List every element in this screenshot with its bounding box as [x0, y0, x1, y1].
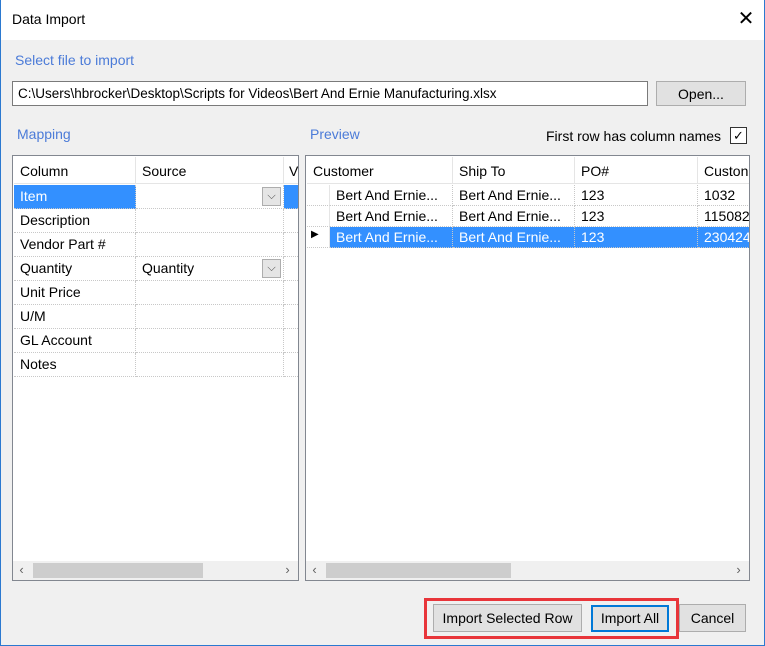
mapping-source-cell[interactable] [136, 305, 284, 329]
scroll-thumb[interactable] [33, 563, 203, 578]
mapping-hscrollbar[interactable]: ‹ › [13, 561, 298, 580]
mapping-source-cell[interactable] [136, 233, 284, 257]
mapping-v-cell[interactable] [284, 257, 298, 281]
file-path-input[interactable]: C:\Users\hbrocker\Desktop\Scripts for Vi… [12, 81, 648, 106]
header-po[interactable]: PO# [575, 157, 698, 184]
header-column[interactable]: Column [14, 157, 136, 184]
scroll-right-icon[interactable]: › [730, 562, 747, 577]
mapping-v-cell[interactable] [284, 305, 298, 329]
mapping-v-cell[interactable] [284, 281, 298, 305]
mapping-source-cell[interactable] [136, 353, 284, 377]
header-v[interactable]: V [284, 157, 298, 184]
title-bar: Data Import ✕ [0, 0, 765, 40]
preview-cell[interactable]: 123 [575, 206, 698, 227]
header-customer[interactable]: Customer [307, 157, 453, 184]
scroll-right-icon[interactable]: › [279, 562, 296, 577]
chevron-down-icon[interactable]: ⌵ [262, 259, 281, 278]
first-row-checkbox[interactable]: ✓ [730, 127, 747, 144]
preview-cell[interactable]: Bert And Ernie... [330, 227, 453, 248]
select-file-label: Select file to import [15, 52, 135, 68]
scroll-thumb[interactable] [326, 563, 511, 578]
window-title: Data Import [12, 11, 86, 27]
mapping-column-cell[interactable]: Vendor Part # [14, 233, 136, 257]
mapping-column-cell[interactable]: Unit Price [14, 281, 136, 305]
preview-grid[interactable]: Customer Ship To PO# Custon Bert And Ern… [305, 155, 750, 581]
mapping-grid[interactable]: Column Source V Item ⌵ Description Vendor P… [12, 155, 299, 581]
mapping-column-cell[interactable]: Notes [14, 353, 136, 377]
mapping-v-cell[interactable] [284, 353, 298, 377]
preview-cell[interactable]: Bert And Ernie... [330, 185, 453, 206]
mapping-column-cell[interactable]: GL Account [14, 329, 136, 353]
preview-label: Preview [310, 126, 360, 142]
mapping-source-cell[interactable] [136, 209, 284, 233]
mapping-v-cell[interactable] [284, 329, 298, 353]
close-icon[interactable]: ✕ [736, 6, 756, 31]
mapping-source-value: Quantity [142, 260, 195, 276]
preview-cell[interactable]: 115082 [698, 206, 749, 227]
preview-cell[interactable]: 123 [575, 227, 698, 248]
preview-cell[interactable]: Bert And Ernie... [453, 227, 575, 248]
mapping-column-cell[interactable]: Quantity [14, 257, 136, 281]
preview-cell[interactable]: Bert And Ernie... [453, 206, 575, 227]
mapping-source-cell[interactable] [136, 281, 284, 305]
preview-cell[interactable]: Bert And Ernie... [453, 185, 575, 206]
mapping-source-cell[interactable]: ⌵ [136, 185, 284, 209]
mapping-v-cell[interactable] [284, 233, 298, 257]
preview-cell[interactable]: 1032 [698, 185, 749, 206]
mapping-source-cell[interactable] [136, 329, 284, 353]
header-source[interactable]: Source [136, 157, 284, 184]
row-pointer-icon[interactable]: ▶ [307, 227, 330, 248]
row-header[interactable] [307, 206, 330, 227]
mapping-v-cell[interactable] [284, 209, 298, 233]
mapping-label: Mapping [17, 126, 71, 142]
mapping-column-cell[interactable]: Item [14, 185, 136, 209]
preview-cell[interactable]: Bert And Ernie... [330, 206, 453, 227]
mapping-v-cell[interactable] [284, 185, 298, 209]
row-header[interactable] [307, 185, 330, 206]
preview-cell[interactable]: 230424 [698, 227, 749, 248]
preview-cell[interactable]: 123 [575, 185, 698, 206]
import-all-button[interactable]: Import All [591, 605, 669, 632]
scroll-left-icon[interactable]: ‹ [13, 562, 30, 577]
checkmark-icon: ✓ [733, 128, 744, 143]
scroll-left-icon[interactable]: ‹ [306, 562, 323, 577]
first-row-label: First row has column names [546, 128, 722, 144]
cancel-button[interactable]: Cancel [679, 604, 746, 632]
preview-hscrollbar[interactable]: ‹ › [306, 561, 749, 580]
import-selected-row-button[interactable]: Import Selected Row [433, 604, 582, 632]
open-button[interactable]: Open... [656, 81, 746, 106]
header-ship-to[interactable]: Ship To [453, 157, 575, 184]
mapping-source-cell[interactable]: Quantity ⌵ [136, 257, 284, 281]
mapping-column-cell[interactable]: U/M [14, 305, 136, 329]
mapping-column-cell[interactable]: Description [14, 209, 136, 233]
header-custom[interactable]: Custon [698, 157, 749, 184]
chevron-down-icon[interactable]: ⌵ [262, 187, 281, 206]
